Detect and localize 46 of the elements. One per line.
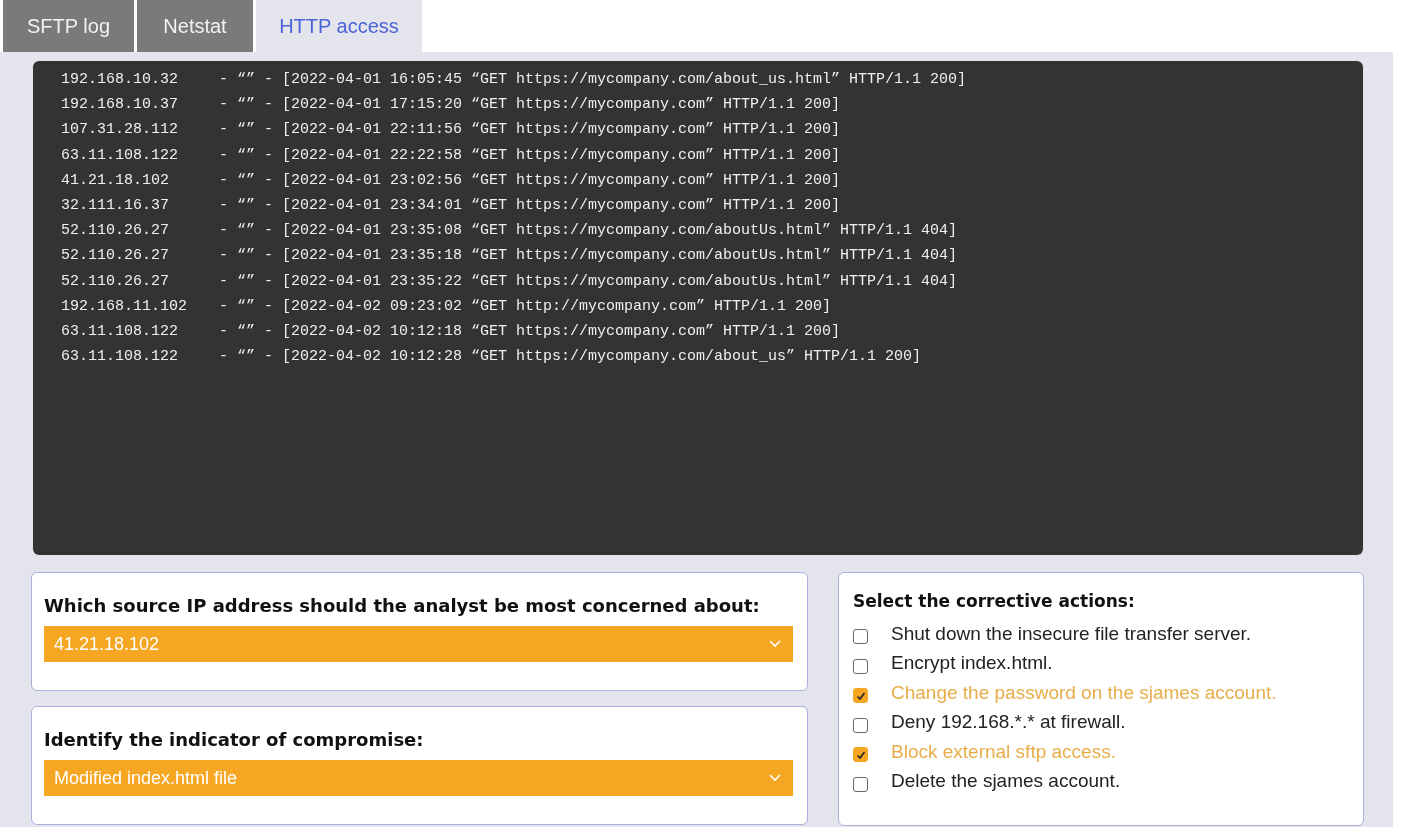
log-entry: - “” - [2022-04-01 23:34:01 “GET https://mycompany.com” HTTP/1.1 200] (219, 197, 841, 215)
question-prompt: Identify the indicator of compromise: (44, 729, 425, 750)
log-ip: 63.11.108.122 (61, 348, 180, 366)
log-entry: - “” - [2022-04-01 22:11:56 “GET https://mycompany.com” HTTP/1.1 200] (219, 121, 841, 139)
log-entry: - “” - [2022-04-01 17:15:20 “GET https://mycompany.com” HTTP/1.1 200] (219, 96, 841, 114)
tab[interactable]: Netstat (137, 0, 253, 52)
log-ip: 52.110.26.27 (61, 222, 171, 240)
checkbox[interactable] (853, 629, 868, 645)
action-label: Change the password on the sjames account. (891, 681, 1277, 704)
log-entry: - “” - [2022-04-01 23:35:08 “GET https://mycompany.com/aboutUs.html” HTTP/1.1 404] (219, 222, 958, 240)
log-ip: 63.11.108.122 (61, 146, 180, 164)
chevron-icon (769, 640, 781, 648)
log-ip: 52.110.26.27 (61, 247, 171, 265)
log-ip: 107.31.28.112 (61, 121, 180, 139)
checkbox[interactable] (853, 717, 868, 733)
action-label: Shut down the insecure file transfer server. (891, 622, 1252, 645)
action-label: Deny 192.168.*.* at firewall. (891, 711, 1126, 734)
log-entry: - “” - [2022-04-01 23:35:18 “GET https://mycompany.com/aboutUs.html” HTTP/1.1 404] (219, 247, 958, 265)
log-ip: 192.168.11.102 (61, 297, 189, 315)
answer-dropdown[interactable]: 41.21.18.102 (44, 626, 793, 662)
checkbox[interactable] (853, 776, 868, 792)
log-ip: 41.21.18.102 (61, 171, 171, 189)
action-label: Block external sftp access. (891, 740, 1116, 763)
log-entry: - “” - [2022-04-02 10:12:28 “GET https://mycompany.com/about_us” HTTP/1.1 200] (219, 348, 922, 366)
log-ip: 63.11.108.122 (61, 322, 180, 340)
log-ip: 192.168.10.32 (61, 71, 180, 89)
log-entry: - “” - [2022-04-01 16:05:45 “GET https://mycompany.com/about_us.html” HTTP/1.1 200] (219, 71, 967, 89)
log-entry: - “” - [2022-04-02 10:12:18 “GET https://mycompany.com” HTTP/1.1 200] (219, 322, 841, 340)
log-entry: - “” - [2022-04-01 22:22:58 “GET https://mycompany.com” HTTP/1.1 200] (219, 146, 841, 164)
question-prompt: Which source IP address should the analyst be most concerned about: (44, 595, 761, 616)
checkbox[interactable] (853, 688, 868, 704)
action-label: Delete the sjames account. (891, 770, 1121, 793)
log-ip: 32.111.16.37 (61, 197, 171, 215)
tab[interactable]: HTTP access (256, 0, 422, 52)
log-entry: - “” - [2022-04-02 09:23:02 “GET http://mycompany.com” HTTP/1.1 200] (219, 297, 832, 315)
actions-title: Select the corrective actions: (853, 591, 1136, 611)
log-entry: - “” - [2022-04-01 23:02:56 “GET https://mycompany.com” HTTP/1.1 200] (219, 171, 841, 189)
log-ip: 192.168.10.37 (61, 96, 180, 114)
log-entry: - “” - [2022-04-01 23:35:22 “GET https://mycompany.com/aboutUs.html” HTTP/1.1 404] (219, 272, 958, 290)
chevron-icon (769, 774, 781, 782)
answer-dropdown[interactable]: Modified index.html file (44, 760, 793, 796)
tab[interactable]: SFTP log (3, 0, 134, 52)
log-ip: 52.110.26.27 (61, 272, 171, 290)
checkbox[interactable] (853, 658, 868, 674)
action-label: Encrypt index.html. (891, 652, 1053, 675)
checkbox[interactable] (853, 747, 868, 763)
